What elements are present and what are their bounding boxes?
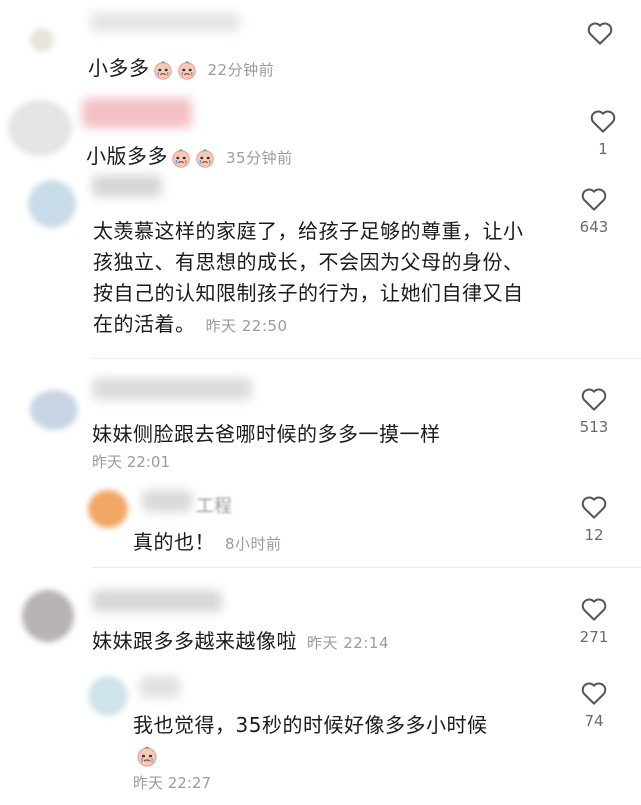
heart-outline-icon [579, 492, 609, 522]
author-name-blurred[interactable] [90, 12, 240, 32]
author-name-blurred[interactable] [92, 378, 252, 400]
crying-face-emoji-icon [194, 147, 216, 169]
avatar[interactable] [22, 590, 74, 642]
like-button[interactable]: 271 [569, 594, 619, 646]
like-button[interactable] [575, 18, 625, 48]
crying-face-emoji-icon [152, 59, 174, 81]
avatar[interactable] [30, 390, 78, 430]
comment-body: 妹妹侧脸跟去爸哪时候的多多一摸一样 [92, 422, 441, 446]
avatar[interactable] [88, 676, 128, 716]
like-count: 74 [584, 712, 604, 730]
avatar[interactable] [28, 180, 76, 228]
comment-body: 妹妹跟多多越来越像啦 昨天 22:14 [92, 629, 389, 653]
comment-2: 小版多多 35分钟前 [86, 141, 293, 174]
avatar[interactable] [88, 490, 128, 528]
author-name-blurred[interactable] [92, 175, 162, 197]
crying-face-emoji-icon [176, 59, 198, 81]
timestamp: 昨天 22:14 [307, 634, 389, 652]
author-name-blurred[interactable] [140, 676, 180, 698]
comment-body: 太羡慕这样的家庭了，给孩子足够的尊重，让小孩独立、有思想的成长，不会因为父母的身… [93, 219, 524, 336]
timestamp: 昨天 22:27 [133, 774, 211, 792]
heart-outline-icon [588, 106, 618, 136]
heart-outline-icon [579, 678, 609, 708]
avatar[interactable] [30, 28, 54, 52]
like-count: 12 [584, 526, 604, 544]
like-button[interactable]: 1 [578, 106, 628, 158]
author-name-blurred[interactable] [92, 590, 222, 612]
like-button[interactable]: 12 [569, 492, 619, 544]
timestamp: 8小时前 [225, 535, 282, 553]
author-name[interactable]: 小多多 [88, 56, 150, 80]
timestamp: 35分钟前 [226, 149, 293, 167]
comment-1: 小多多 22分钟前 [88, 53, 274, 86]
like-button[interactable]: 513 [569, 384, 619, 436]
author-name-blurred[interactable] [82, 98, 192, 128]
like-count: 513 [579, 418, 609, 436]
author-name-blurred[interactable] [142, 490, 192, 512]
heart-outline-icon [579, 594, 609, 624]
like-button[interactable]: 74 [569, 678, 619, 730]
author-name[interactable]: 小版多多 [86, 144, 168, 168]
heart-outline-icon [579, 384, 609, 414]
crying-face-emoji-icon [170, 147, 192, 169]
like-count: 643 [579, 218, 609, 236]
divider [92, 567, 641, 568]
timestamp: 昨天 22:50 [205, 317, 288, 335]
like-count: 1 [598, 140, 608, 158]
avatar[interactable] [8, 100, 72, 156]
reply-body: 真的也！ 8小时前 [133, 530, 282, 554]
author-name-fragment: 工程 [196, 496, 232, 517]
heart-outline-icon [585, 18, 615, 48]
like-button[interactable]: 643 [569, 184, 619, 236]
like-count: 271 [579, 628, 609, 646]
heart-outline-icon [579, 184, 609, 214]
crying-face-emoji-icon [135, 744, 157, 766]
divider [92, 358, 641, 359]
timestamp: 昨天 22:01 [92, 453, 170, 471]
timestamp: 22分钟前 [207, 61, 275, 79]
reply-body: 我也觉得，35秒的时候好像多多小时候 [133, 713, 488, 737]
